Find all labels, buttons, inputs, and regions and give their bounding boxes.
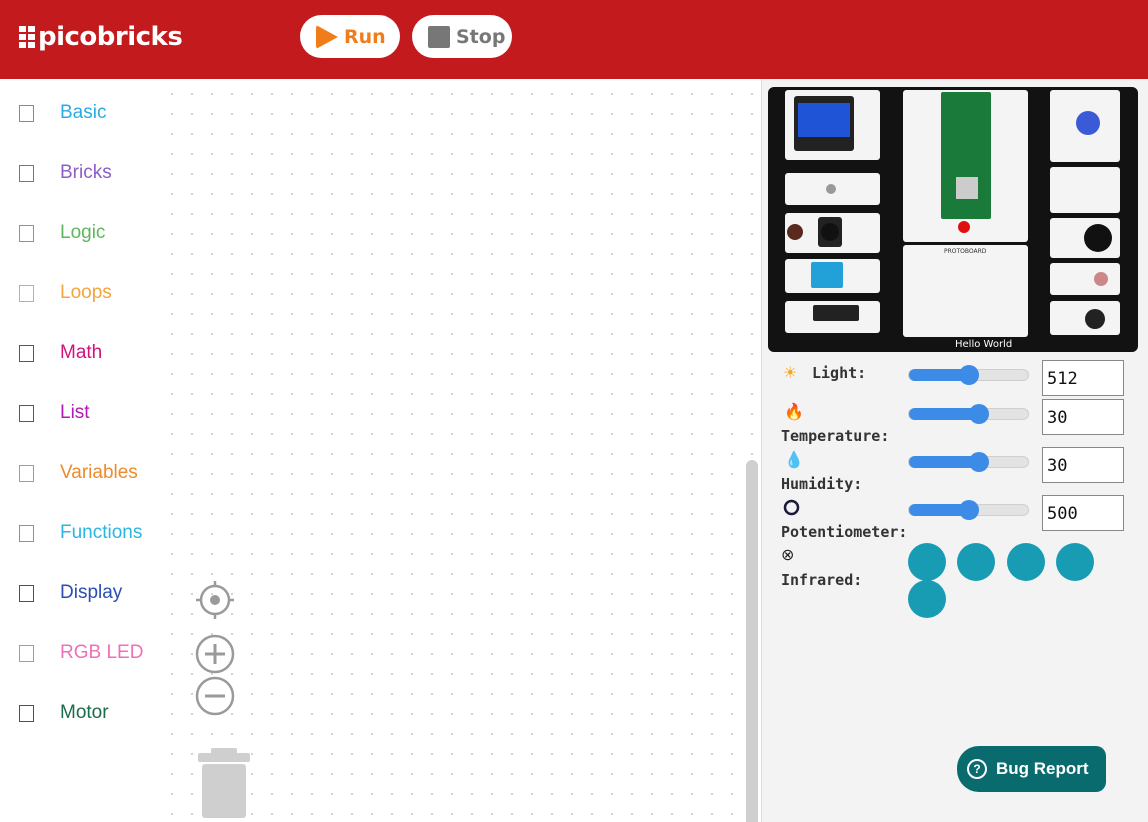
infrared-button-1[interactable]: [908, 543, 946, 581]
category-color-icon: [19, 704, 34, 722]
water-drop-icon: 💧: [784, 452, 804, 469]
category-bricks[interactable]: Bricks: [0, 153, 157, 193]
temperature-slider[interactable]: [908, 404, 1029, 424]
logo-text: picobricks: [38, 22, 183, 52]
category-color-icon: [19, 104, 34, 122]
humidity-label: Humidity:: [781, 475, 863, 493]
category-label: Math: [60, 342, 103, 363]
category-math[interactable]: Math: [0, 333, 157, 373]
category-label: Variables: [60, 462, 138, 483]
potentiometer-value-input[interactable]: 500: [1042, 495, 1124, 531]
stop-label: Stop: [456, 25, 506, 48]
category-list[interactable]: List: [0, 393, 157, 433]
category-loops[interactable]: Loops: [0, 273, 157, 313]
category-display[interactable]: Display: [0, 573, 157, 613]
category-color-icon: [19, 464, 34, 482]
help-icon: ?: [967, 759, 987, 779]
stop-button[interactable]: Stop: [412, 15, 512, 58]
zoom-out-icon[interactable]: [195, 676, 235, 716]
infrared-label: Infrared:: [781, 571, 863, 589]
board-caption: Hello World: [955, 339, 1013, 350]
category-label: Bricks: [60, 162, 112, 183]
run-button[interactable]: Run: [300, 15, 400, 58]
category-label: Basic: [60, 102, 107, 123]
humidity-slider[interactable]: [908, 452, 1029, 472]
category-rgb-led[interactable]: RGB LED: [0, 633, 157, 673]
category-color-icon: [19, 524, 34, 542]
block-toolbox: Basic Bricks Logic Loops Math List Varia…: [0, 79, 157, 822]
temperature-label: Temperature:: [781, 427, 890, 445]
category-label: RGB LED: [60, 642, 144, 663]
temperature-value-input[interactable]: 30: [1042, 399, 1124, 435]
slider-knob[interactable]: [958, 500, 979, 520]
infrared-button-2[interactable]: [957, 543, 995, 581]
light-label: Light:: [812, 364, 867, 382]
category-color-icon: [19, 224, 34, 242]
category-motor[interactable]: Motor: [0, 693, 157, 733]
sun-icon: ☀: [783, 365, 798, 382]
recenter-icon[interactable]: [195, 580, 235, 620]
category-color-icon: [19, 164, 34, 182]
logo-mark-icon: [19, 26, 35, 48]
light-slider[interactable]: [908, 365, 1029, 385]
infrared-button-5[interactable]: [908, 580, 946, 618]
humidity-value-input[interactable]: 30: [1042, 447, 1124, 483]
category-color-icon: [19, 344, 34, 362]
svg-text:PROTOBOARD: PROTOBOARD: [944, 248, 987, 255]
picobricks-logo[interactable]: picobricks: [19, 22, 183, 52]
category-label: Functions: [60, 522, 143, 543]
category-color-icon: [19, 644, 34, 662]
potentiometer-label: Potentiometer:: [781, 523, 908, 541]
flame-icon: 🔥: [784, 404, 804, 421]
block-workspace[interactable]: [157, 79, 761, 822]
category-variables[interactable]: Variables: [0, 453, 157, 493]
workspace-scrollbar[interactable]: [746, 460, 758, 822]
bug-report-button[interactable]: ? Bug Report: [957, 746, 1106, 792]
category-basic[interactable]: Basic: [0, 93, 157, 133]
category-label: List: [60, 402, 90, 423]
category-functions[interactable]: Functions: [0, 513, 157, 553]
category-logic[interactable]: Logic: [0, 213, 157, 253]
category-color-icon: [19, 584, 34, 602]
category-label: Display: [60, 582, 123, 603]
picobricks-board-image: PROTOBOARD: [768, 87, 1138, 352]
infrared-button-4[interactable]: [1056, 543, 1094, 581]
infrared-button-3[interactable]: [1007, 543, 1045, 581]
light-value-input[interactable]: 512: [1042, 360, 1124, 396]
category-label: Logic: [60, 222, 106, 243]
play-icon: [316, 24, 338, 49]
zoom-in-icon[interactable]: [195, 634, 235, 674]
potentiometer-slider[interactable]: [908, 500, 1029, 520]
stop-icon: [428, 25, 450, 48]
category-color-icon: [19, 404, 34, 422]
category-label: Loops: [60, 282, 112, 303]
category-color-icon: [19, 284, 34, 302]
potentiometer-icon: [783, 499, 800, 516]
top-bar: picobricks Run Stop: [0, 0, 1148, 79]
infrared-icon: ⊗: [781, 547, 795, 564]
slider-knob[interactable]: [958, 365, 979, 385]
category-label: Motor: [60, 702, 109, 723]
trash-icon[interactable]: [197, 748, 251, 818]
bug-report-label: Bug Report: [996, 759, 1089, 778]
run-label: Run: [344, 25, 386, 48]
